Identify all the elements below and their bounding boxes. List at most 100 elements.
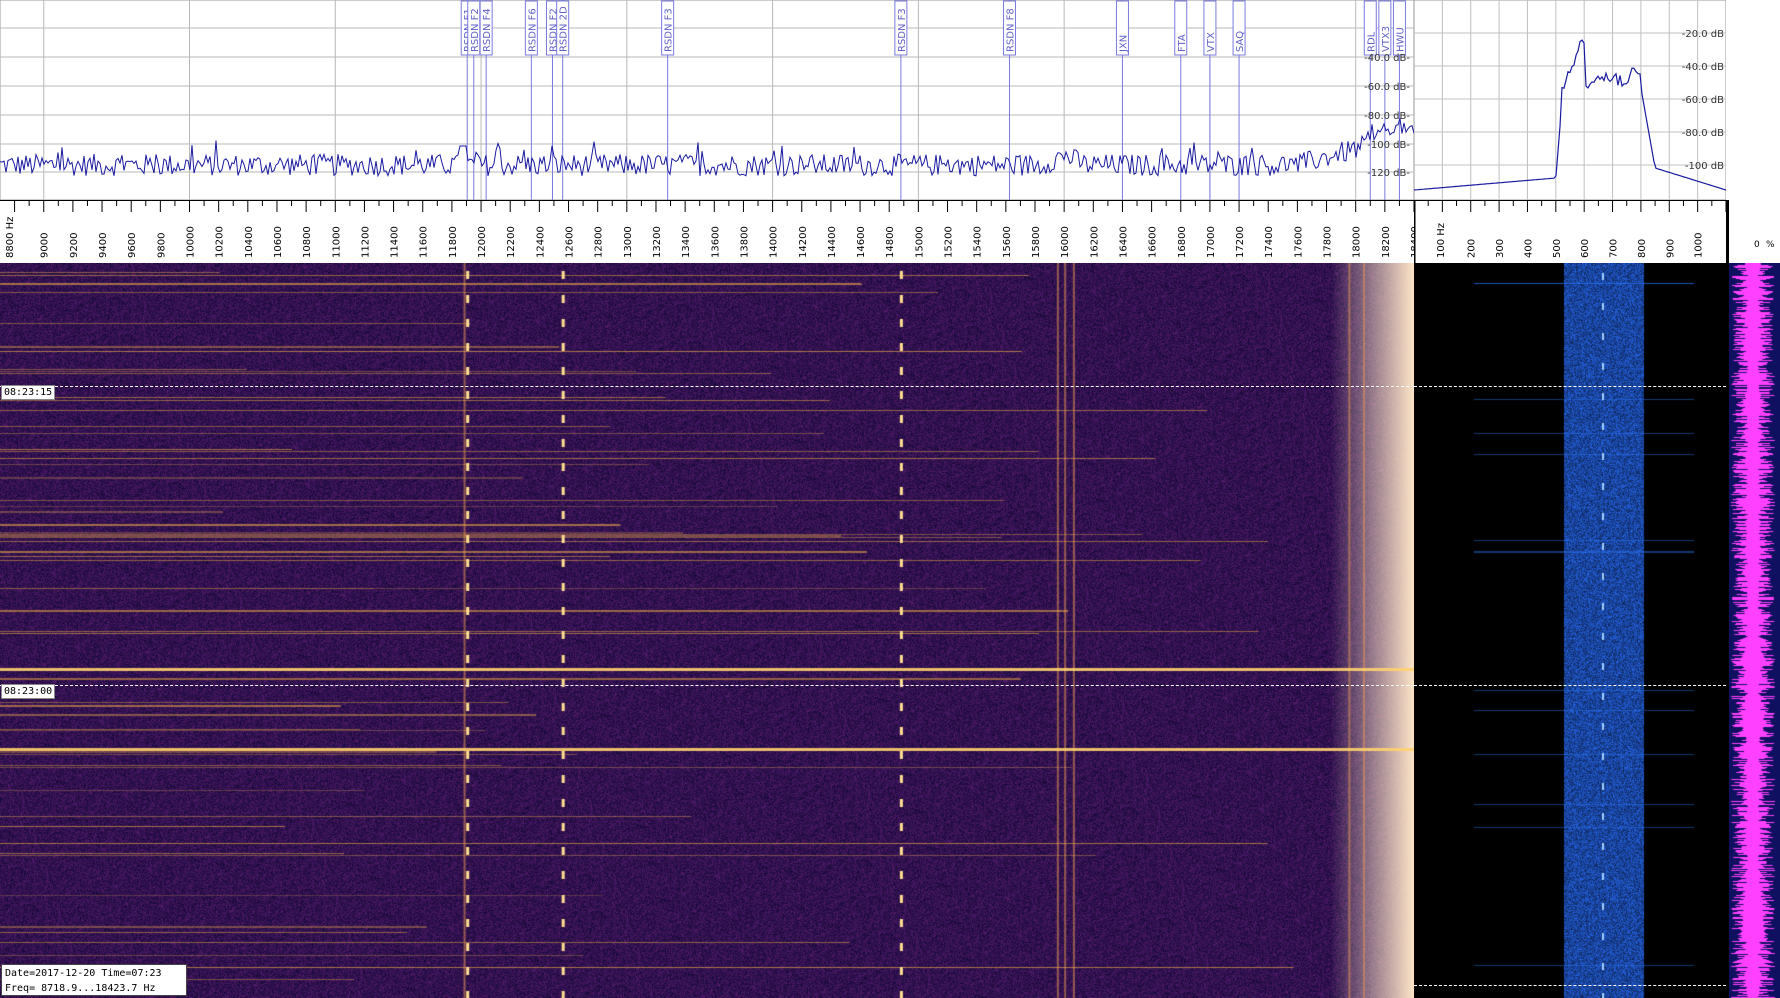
db-label: -100 dB (1685, 161, 1724, 172)
scale-tick-label: 13600 (710, 226, 721, 258)
scale-tick-label: 16600 (1148, 226, 1159, 258)
station-marker-label[interactable]: VTX (1206, 32, 1217, 52)
station-marker-label[interactable]: RSDN F8 (1005, 8, 1016, 52)
scale-tick-label: 12800 (594, 226, 605, 258)
scale-tick-label: 12200 (506, 226, 517, 258)
station-marker-label[interactable]: VTX3 (1381, 26, 1392, 52)
level-bar[interactable] (1726, 263, 1780, 998)
station-marker-label[interactable]: FTA (1177, 34, 1188, 52)
scale-tick-label: 17000 (1206, 226, 1217, 258)
scale-tick-label: 16400 (1118, 226, 1129, 258)
db-label: -60.0 dB- (1364, 82, 1410, 93)
scale-tick-label: 15800 (1031, 226, 1042, 258)
time-marker-line (0, 685, 1414, 686)
side-spectrum-plot[interactable]: -20.0 dB -40.0 dB -60.0 dB -80.0 dB -100 dB (1414, 0, 1726, 200)
scale-tick-label: 300 (1495, 239, 1506, 258)
scale-tick-label: 1000 (1694, 233, 1705, 258)
scale-tick-label: 10400 (244, 226, 255, 258)
db-label: -20.0 dB (1682, 29, 1724, 40)
scale-tick-label: 9200 (69, 233, 80, 258)
scale-tick-label: 10200 (215, 226, 226, 258)
station-marker-label[interactable]: JXN (1118, 35, 1129, 53)
scale-tick-label: 13400 (681, 226, 692, 258)
scale-tick-label: 9600 (127, 233, 138, 258)
scale-tick-label: 500 (1552, 239, 1563, 258)
station-marker-label[interactable]: SAQ (1235, 31, 1246, 52)
time-label: 08:23:15 (1, 385, 56, 400)
scale-tick-label: 400 (1523, 239, 1534, 258)
scale-tick-label: 14400 (827, 226, 838, 258)
scale-unit-label: 100 Hz (1436, 223, 1447, 258)
level-header: 0 % (1726, 200, 1780, 263)
scale-tick-label: 9400 (98, 233, 109, 258)
scale-tick-label: 9800 (156, 233, 167, 258)
station-marker-label[interactable]: RSDN F3 (664, 8, 675, 52)
scale-tick-label: 900 (1665, 239, 1676, 258)
scale-tick-label: 10600 (273, 226, 284, 258)
scale-unit-label: 8800 Hz (5, 217, 16, 258)
side-spectrum-grid (1414, 0, 1726, 200)
info-date-time: Date=2017-12-20 Time=07:23 (5, 968, 162, 979)
db-label: -40.0 dB (1682, 62, 1724, 73)
scale-tick-label: 10800 (302, 226, 313, 258)
scale-tick-label: 13800 (739, 226, 750, 258)
scale-tick-label: 11000 (331, 226, 342, 258)
side-waterfall[interactable] (1414, 263, 1726, 998)
time-marker-line (1414, 386, 1726, 387)
side-frequency-scale[interactable]: 100 Hz 200 300 400 500 600 700 800 900 1000 (1414, 200, 1726, 263)
main-waterfall[interactable] (0, 263, 1414, 998)
scale-tick-label: 17400 (1264, 226, 1275, 258)
scale-tick-label: 700 (1609, 239, 1620, 258)
scale-tick-label: 13000 (623, 226, 634, 258)
time-marker-line (1414, 685, 1726, 686)
scale-tick-label: 14800 (885, 226, 896, 258)
db-label: -40.0 dB- (1364, 53, 1410, 64)
station-marker-label[interactable]: RSDN F3 (897, 8, 908, 52)
scale-tick-label: 11600 (419, 226, 430, 258)
scale-tick-label: 12600 (565, 226, 576, 258)
db-label: -80.0 dB (1682, 128, 1724, 139)
scale-tick-label: 14200 (798, 226, 809, 258)
station-marker-label[interactable]: RSDN 2D (559, 6, 570, 52)
db-label: -100 dB- (1367, 140, 1410, 151)
station-marker-label[interactable]: HWU (1395, 27, 1406, 52)
time-marker-line (0, 386, 1414, 387)
scale-tick-label: 600 (1580, 239, 1591, 258)
strip-divider (1726, 200, 1729, 998)
scale-tick-label: 200 (1467, 239, 1478, 258)
scale-tick-label: 15000 (914, 226, 925, 258)
scale-tick-label: 17800 (1323, 226, 1334, 258)
main-spectrum-plot[interactable]: RSDN F1RSDN F2RSDN F4RSDN F6RSDN F2RSDN … (0, 0, 1414, 200)
scale-tick-label: 15600 (1002, 226, 1013, 258)
station-marker-label[interactable]: RSDN F4 (482, 8, 493, 52)
db-label: -120 dB- (1367, 168, 1410, 179)
station-marker-label[interactable]: RDL (1366, 31, 1377, 52)
station-marker-label[interactable]: RSDN F2 (470, 8, 481, 52)
scale-tick-label: 16200 (1089, 226, 1100, 258)
info-box: Date=2017-12-20 Time=07:23 Freq= 8718.9.… (1, 964, 187, 996)
main-frequency-scale[interactable]: 8800 Hz 9000 9200 9400 9600 9800 10000 10200 104… (0, 200, 1414, 263)
scale-tick-label: 14000 (769, 226, 780, 258)
db-label: -80.0 dB- (1364, 111, 1410, 122)
scale-tick-label: 17600 (1293, 226, 1304, 258)
side-frequency-ticks: 100 Hz 200 300 400 500 600 700 800 900 1000 (1414, 200, 1726, 258)
db-label: -60.0 dB (1682, 95, 1724, 106)
main-spectrum-grid (0, 0, 1414, 200)
scale-tick-label: 17200 (1235, 226, 1246, 258)
scale-tick-label: 18200 (1381, 226, 1392, 258)
scale-tick-label: 11200 (360, 226, 371, 258)
scale-tick-label: 15200 (944, 226, 955, 258)
scale-tick-label: 13200 (652, 226, 663, 258)
scale-tick-label: 12000 (477, 226, 488, 258)
scale-tick-label: 14600 (856, 226, 867, 258)
scale-tick-label: 11800 (448, 226, 459, 258)
scale-tick-label: 15400 (973, 226, 984, 258)
scale-tick-label: 10000 (186, 226, 197, 258)
info-frequency-range: Freq= 8718.9...18423.7 Hz (5, 983, 156, 994)
scale-tick-label: 11400 (390, 226, 401, 258)
scale-tick-label: 16800 (1177, 226, 1188, 258)
scale-tick-label: 800 (1637, 239, 1648, 258)
time-label: 08:23:00 (1, 684, 56, 699)
scale-tick-label: 9000 (40, 233, 51, 258)
station-marker-label[interactable]: RSDN F6 (527, 8, 538, 52)
